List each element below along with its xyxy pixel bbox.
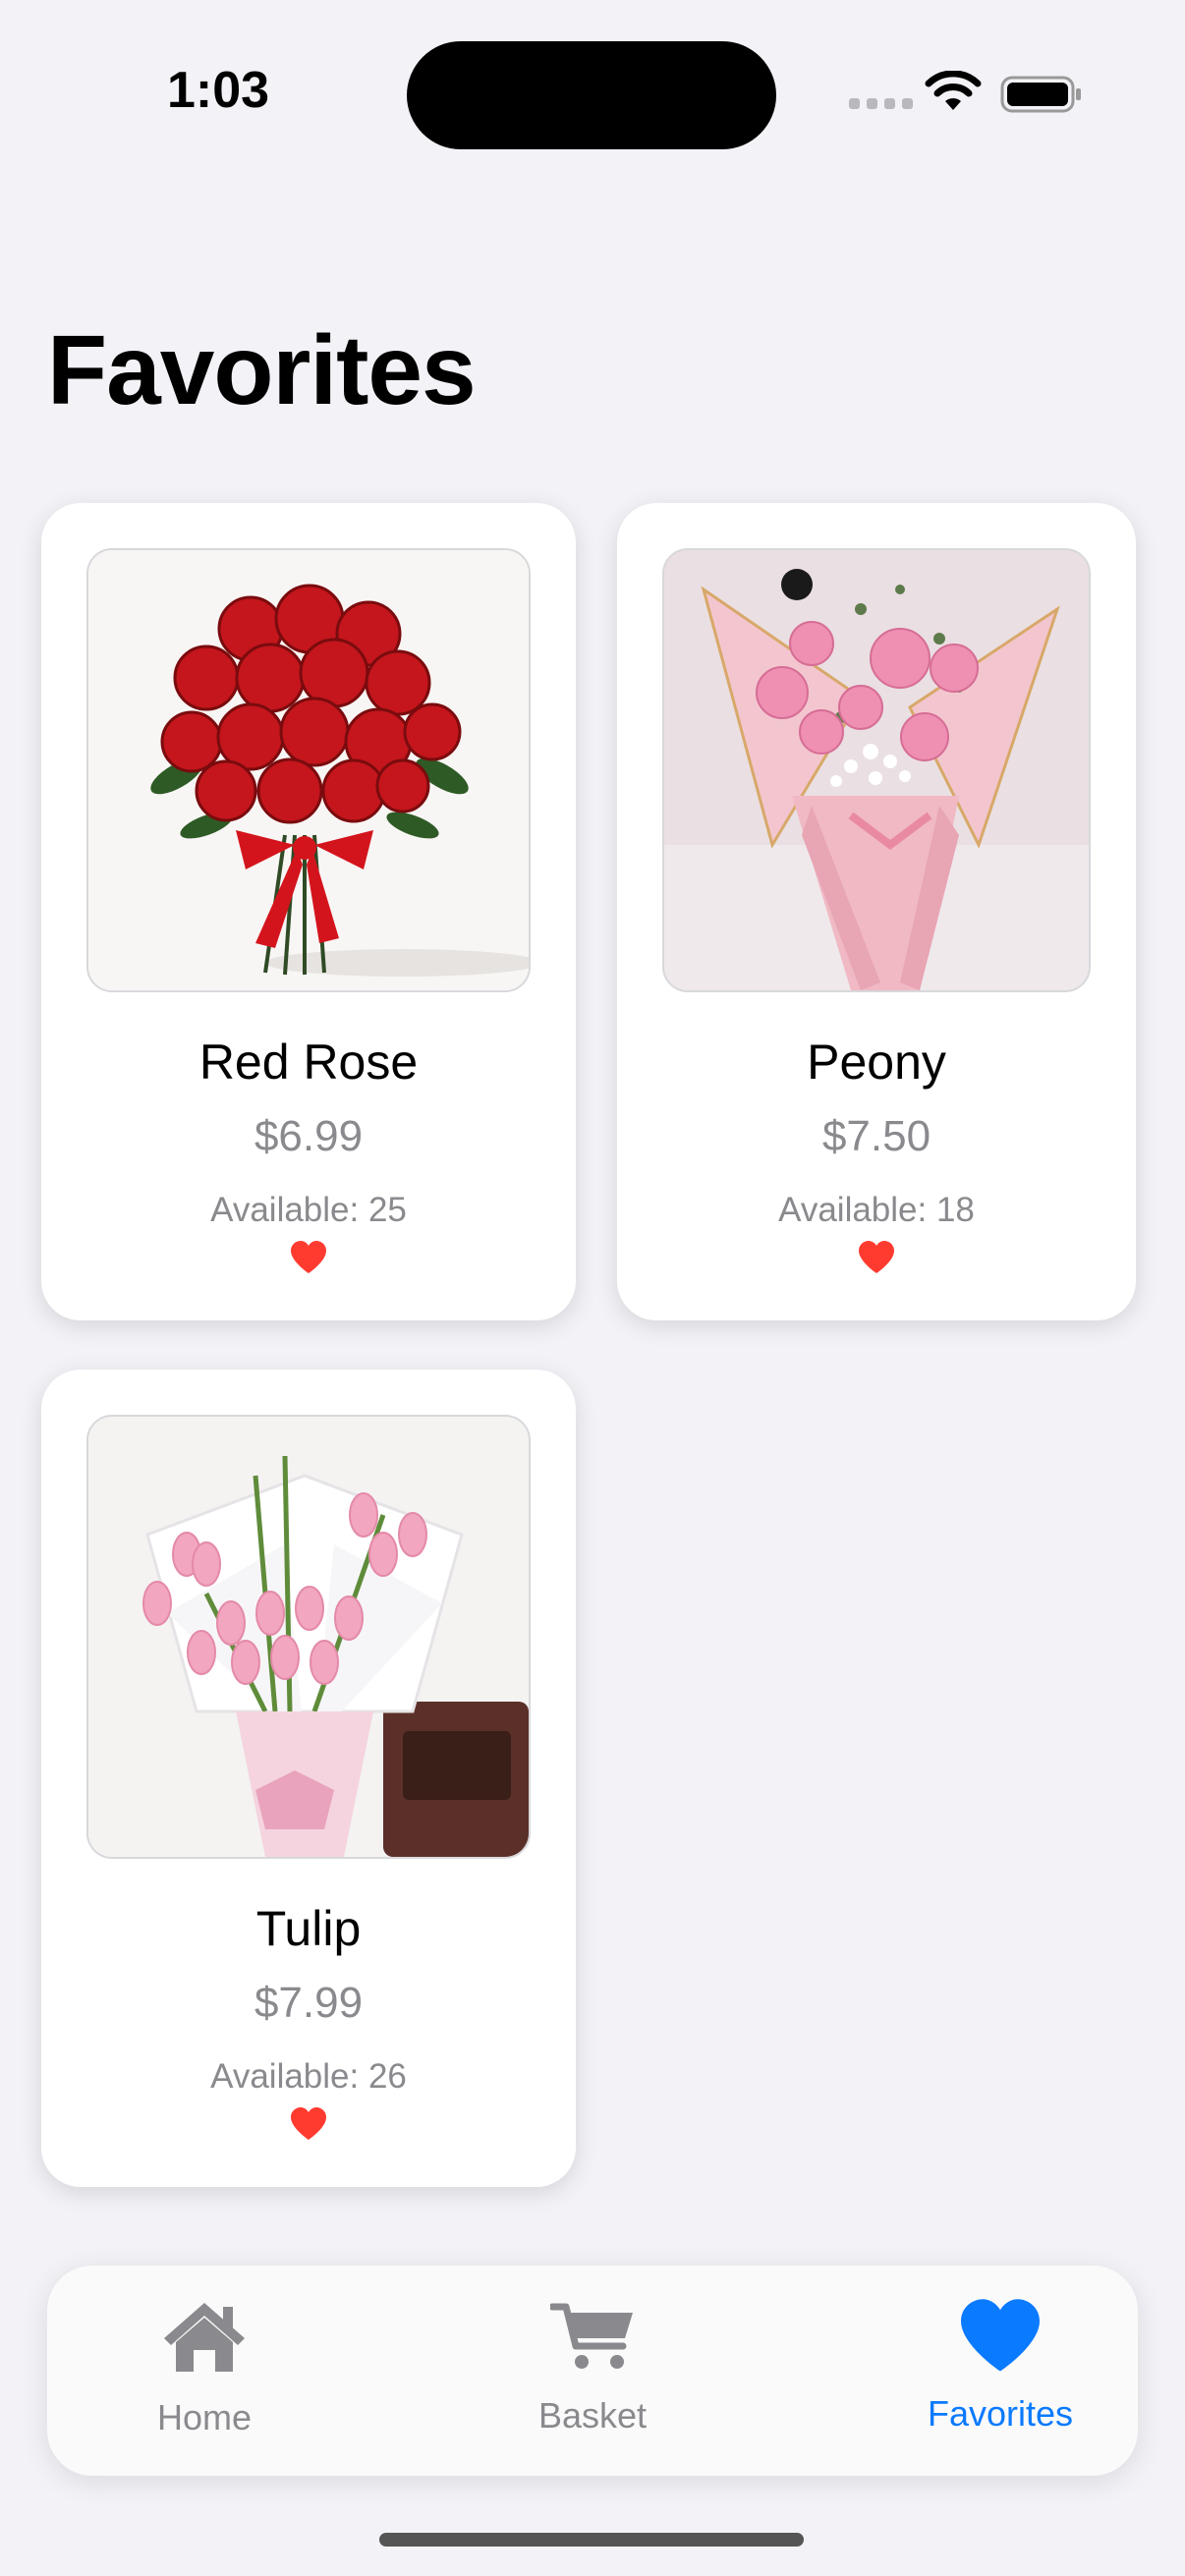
product-availability: Available: 18 [778, 1191, 975, 1229]
wifi-icon [925, 71, 982, 110]
tab-label-home: Home [156, 2397, 253, 2437]
peony-image [662, 548, 1091, 992]
tab-favorites[interactable]: Favorites [892, 2266, 1108, 2476]
cellular-signal-icon [849, 98, 913, 109]
product-availability: Available: 26 [210, 2057, 407, 2096]
favorite-card-tulip[interactable]: Tulip $7.99 Available: 26 [41, 1370, 576, 2187]
favorite-heart-icon[interactable] [289, 2106, 328, 2142]
tab-label-favorites: Favorites [927, 2393, 1074, 2434]
home-indicator[interactable] [379, 2533, 804, 2547]
favorite-heart-icon[interactable] [289, 1240, 328, 1275]
tulip-image [86, 1415, 531, 1859]
product-name: Red Rose [198, 1035, 419, 1090]
product-name: Peony [807, 1035, 946, 1090]
cart-icon [550, 2303, 633, 2369]
tab-bar: Home Basket Favorites [47, 2266, 1138, 2476]
red-rose-image [86, 548, 531, 992]
tab-basket[interactable]: Basket [480, 2266, 705, 2476]
dynamic-island [407, 41, 776, 149]
favorite-card-red-rose[interactable]: Red Rose $6.99 Available: 25 [41, 503, 576, 1320]
product-name: Tulip [255, 1901, 362, 1956]
house-icon [164, 2303, 245, 2372]
product-availability: Available: 25 [210, 1191, 407, 1229]
tab-label-basket: Basket [537, 2395, 648, 2436]
favorite-card-peony[interactable]: Peony $7.50 Available: 18 [617, 503, 1136, 1320]
status-time: 1:03 [167, 62, 270, 119]
battery-icon [1000, 76, 1081, 113]
tab-home[interactable]: Home [86, 2266, 322, 2476]
product-price: $7.99 [254, 1979, 364, 2027]
page-title: Favorites [47, 315, 477, 425]
favorite-heart-icon[interactable] [857, 1240, 896, 1275]
heart-icon [961, 2299, 1040, 2372]
favorites-screen: 1:03 Favorites Red Rose $6.99 Available:… [0, 0, 1185, 2576]
product-price: $7.50 [821, 1112, 931, 1160]
product-price: $6.99 [254, 1112, 364, 1160]
